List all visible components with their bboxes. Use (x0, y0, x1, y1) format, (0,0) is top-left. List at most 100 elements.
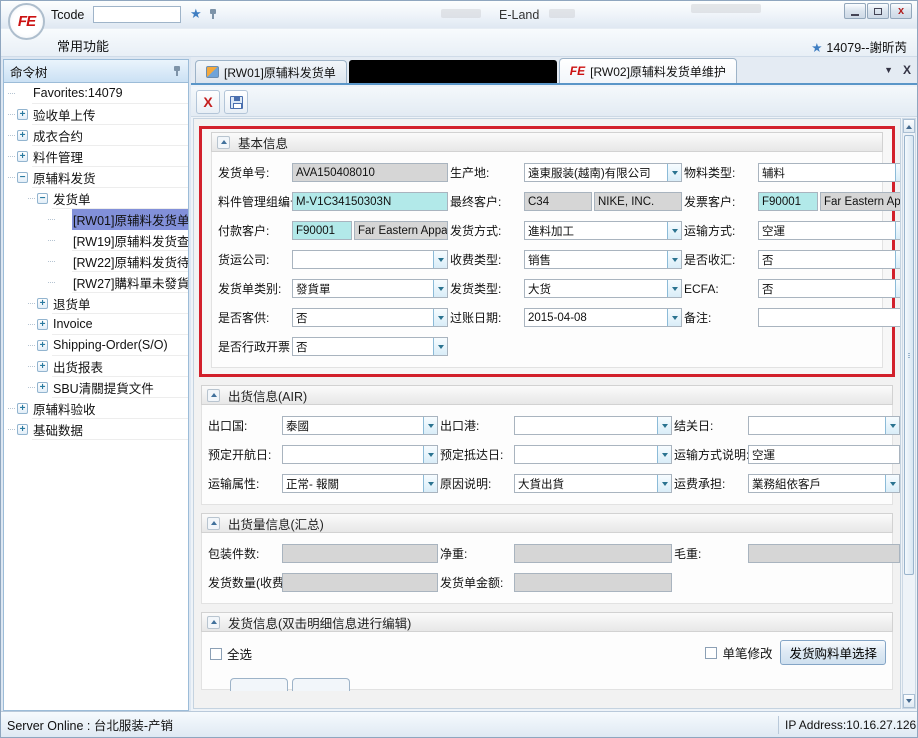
dropdown-arrow-icon[interactable] (433, 309, 447, 326)
section-collapse-icon[interactable] (207, 389, 220, 402)
dropdown-arrow-icon[interactable] (667, 222, 681, 239)
delivery-method-select[interactable]: 進料加工 (524, 221, 682, 240)
dropdown-arrow-icon[interactable] (895, 251, 901, 268)
production-site-select[interactable]: 遠東服装(越南)有限公司 (524, 163, 682, 182)
material-mgmt-group-no-field[interactable]: M-V1C34150303N (292, 192, 448, 211)
scroll-up-button[interactable] (903, 119, 915, 133)
choose-purchase-order-button[interactable]: 发货购料单选择 (780, 640, 886, 665)
tcode-input[interactable] (93, 6, 181, 23)
minimize-button[interactable] (844, 3, 866, 19)
dropdown-arrow-icon[interactable] (885, 475, 899, 492)
dropdown-arrow-icon[interactable] (667, 164, 681, 181)
expand-icon[interactable]: + (37, 340, 48, 351)
tree-item-shipment-orders[interactable]: −发货单 (4, 188, 188, 209)
dropdown-arrow-icon[interactable] (885, 417, 899, 434)
expand-icon[interactable]: + (17, 151, 28, 162)
tab-1[interactable]: [RW01]原辅料发货单 (195, 60, 347, 83)
transport-mode-desc-input[interactable]: 空運 (748, 445, 900, 464)
toolbar-close-button[interactable]: X (196, 90, 220, 114)
dropdown-arrow-icon[interactable] (667, 280, 681, 297)
freight-bearer-select[interactable]: 業務組依客戶 (748, 474, 900, 493)
forex-received-select[interactable]: 否 (758, 250, 901, 269)
dropdown-arrow-icon[interactable] (895, 164, 901, 181)
panel-pin-icon[interactable] (172, 65, 182, 77)
tree-item-favorites[interactable]: Favorites:14079 (4, 83, 188, 104)
dropdown-arrow-icon[interactable] (423, 475, 437, 492)
maximize-button[interactable] (867, 3, 889, 19)
tab-list-arrow-icon[interactable]: ▼ (884, 65, 893, 75)
dropdown-arrow-icon[interactable] (423, 446, 437, 463)
remarks-input[interactable] (758, 308, 901, 327)
transport-mode-select[interactable]: 空運 (758, 221, 901, 240)
partial-tab[interactable] (292, 678, 350, 691)
expand-icon[interactable]: + (37, 361, 48, 372)
tree-item-receipt-upload[interactable]: +验收单上传 (4, 104, 188, 125)
menu-item-common-functions[interactable]: 常用功能 (57, 36, 109, 55)
collapse-icon[interactable]: − (37, 193, 48, 204)
expand-icon[interactable]: + (17, 403, 28, 414)
export-country-select[interactable]: 泰國 (282, 416, 438, 435)
shipment-category-select[interactable]: 發貨單 (292, 279, 448, 298)
dropdown-arrow-icon[interactable] (657, 446, 671, 463)
dropdown-arrow-icon[interactable] (433, 338, 447, 355)
customs-closing-date-picker[interactable] (748, 416, 900, 435)
material-type-select[interactable]: 辅料 (758, 163, 901, 182)
charge-type-select[interactable]: 销售 (524, 250, 682, 269)
dropdown-arrow-icon[interactable] (657, 417, 671, 434)
section-collapse-icon[interactable] (207, 517, 220, 530)
expand-icon[interactable]: + (17, 130, 28, 141)
delivery-type-select[interactable]: 大货 (524, 279, 682, 298)
tree-item-rw19[interactable]: [RW19]原辅料发货查询 (4, 230, 188, 251)
tree-item-raw-material-inspection[interactable]: +原辅料验收 (4, 398, 188, 419)
expand-icon[interactable]: + (17, 109, 28, 120)
eta-picker[interactable] (514, 445, 672, 464)
partial-tab[interactable] (230, 678, 288, 691)
tree-item-rw22[interactable]: [RW22]原辅料发货待完结 (4, 251, 188, 272)
section-collapse-icon[interactable] (217, 136, 230, 149)
vertical-scrollbar[interactable] (902, 118, 916, 709)
ecfa-select[interactable]: 否 (758, 279, 901, 298)
dropdown-arrow-icon[interactable] (423, 417, 437, 434)
dropdown-arrow-icon[interactable] (895, 222, 901, 239)
admin-invoice-select[interactable]: 否 (292, 337, 448, 356)
dropdown-arrow-icon[interactable] (667, 309, 681, 326)
favorite-star-icon[interactable]: ★ (190, 6, 202, 22)
tree-item-returns[interactable]: +退货单 (4, 293, 188, 314)
dropdown-arrow-icon[interactable] (657, 475, 671, 492)
etd-picker[interactable] (282, 445, 438, 464)
freight-company-select[interactable] (292, 250, 448, 269)
transport-attribute-select[interactable]: 正常- 報關 (282, 474, 438, 493)
expand-icon[interactable]: + (37, 382, 48, 393)
dropdown-arrow-icon[interactable] (433, 251, 447, 268)
tree-item-rw01[interactable]: [RW01]原辅料发货单 (4, 209, 188, 230)
dropdown-arrow-icon[interactable] (433, 280, 447, 297)
dropdown-arrow-icon[interactable] (895, 280, 901, 297)
collapse-icon[interactable]: − (17, 172, 28, 183)
export-port-select[interactable] (514, 416, 672, 435)
section-collapse-icon[interactable] (207, 616, 220, 629)
toolbar-save-button[interactable] (224, 90, 248, 114)
tab-redacted[interactable] (349, 60, 557, 83)
payment-customer-code-field[interactable]: F90001 (292, 221, 352, 240)
tree-item-raw-material-shipping[interactable]: −原辅料发货 (4, 167, 188, 188)
expand-icon[interactable]: + (37, 319, 48, 330)
single-edit-checkbox[interactable] (705, 647, 717, 659)
scroll-thumb[interactable] (904, 135, 914, 575)
tree-item-sbu-customs-docs[interactable]: +SBU清關提貨文件 (4, 377, 188, 398)
tree-item-invoice[interactable]: +Invoice (4, 314, 188, 335)
tab-close-icon[interactable]: X (903, 63, 911, 77)
tree-item-shipping-order[interactable]: +Shipping-Order(S/O) (4, 335, 188, 356)
tree-item-material-mgmt[interactable]: +料件管理 (4, 146, 188, 167)
tree-item-garment-contract[interactable]: +成衣合约 (4, 125, 188, 146)
tree-item-rw27[interactable]: [RW27]購料單未發貨待完结 (4, 272, 188, 293)
expand-icon[interactable]: + (37, 298, 48, 309)
tree-item-shipping-reports[interactable]: +出货报表 (4, 356, 188, 377)
tab-3[interactable]: FE[RW02]原辅料发货单维护 (559, 58, 737, 83)
scroll-down-button[interactable] (903, 694, 915, 708)
close-button[interactable]: x (890, 3, 912, 19)
invoice-customer-code-field[interactable]: F90001 (758, 192, 818, 211)
tree-item-base-data[interactable]: +基础数据 (4, 419, 188, 440)
expand-icon[interactable]: + (17, 424, 28, 435)
posting-date-picker[interactable]: 2015-04-08 (524, 308, 682, 327)
dropdown-arrow-icon[interactable] (667, 251, 681, 268)
